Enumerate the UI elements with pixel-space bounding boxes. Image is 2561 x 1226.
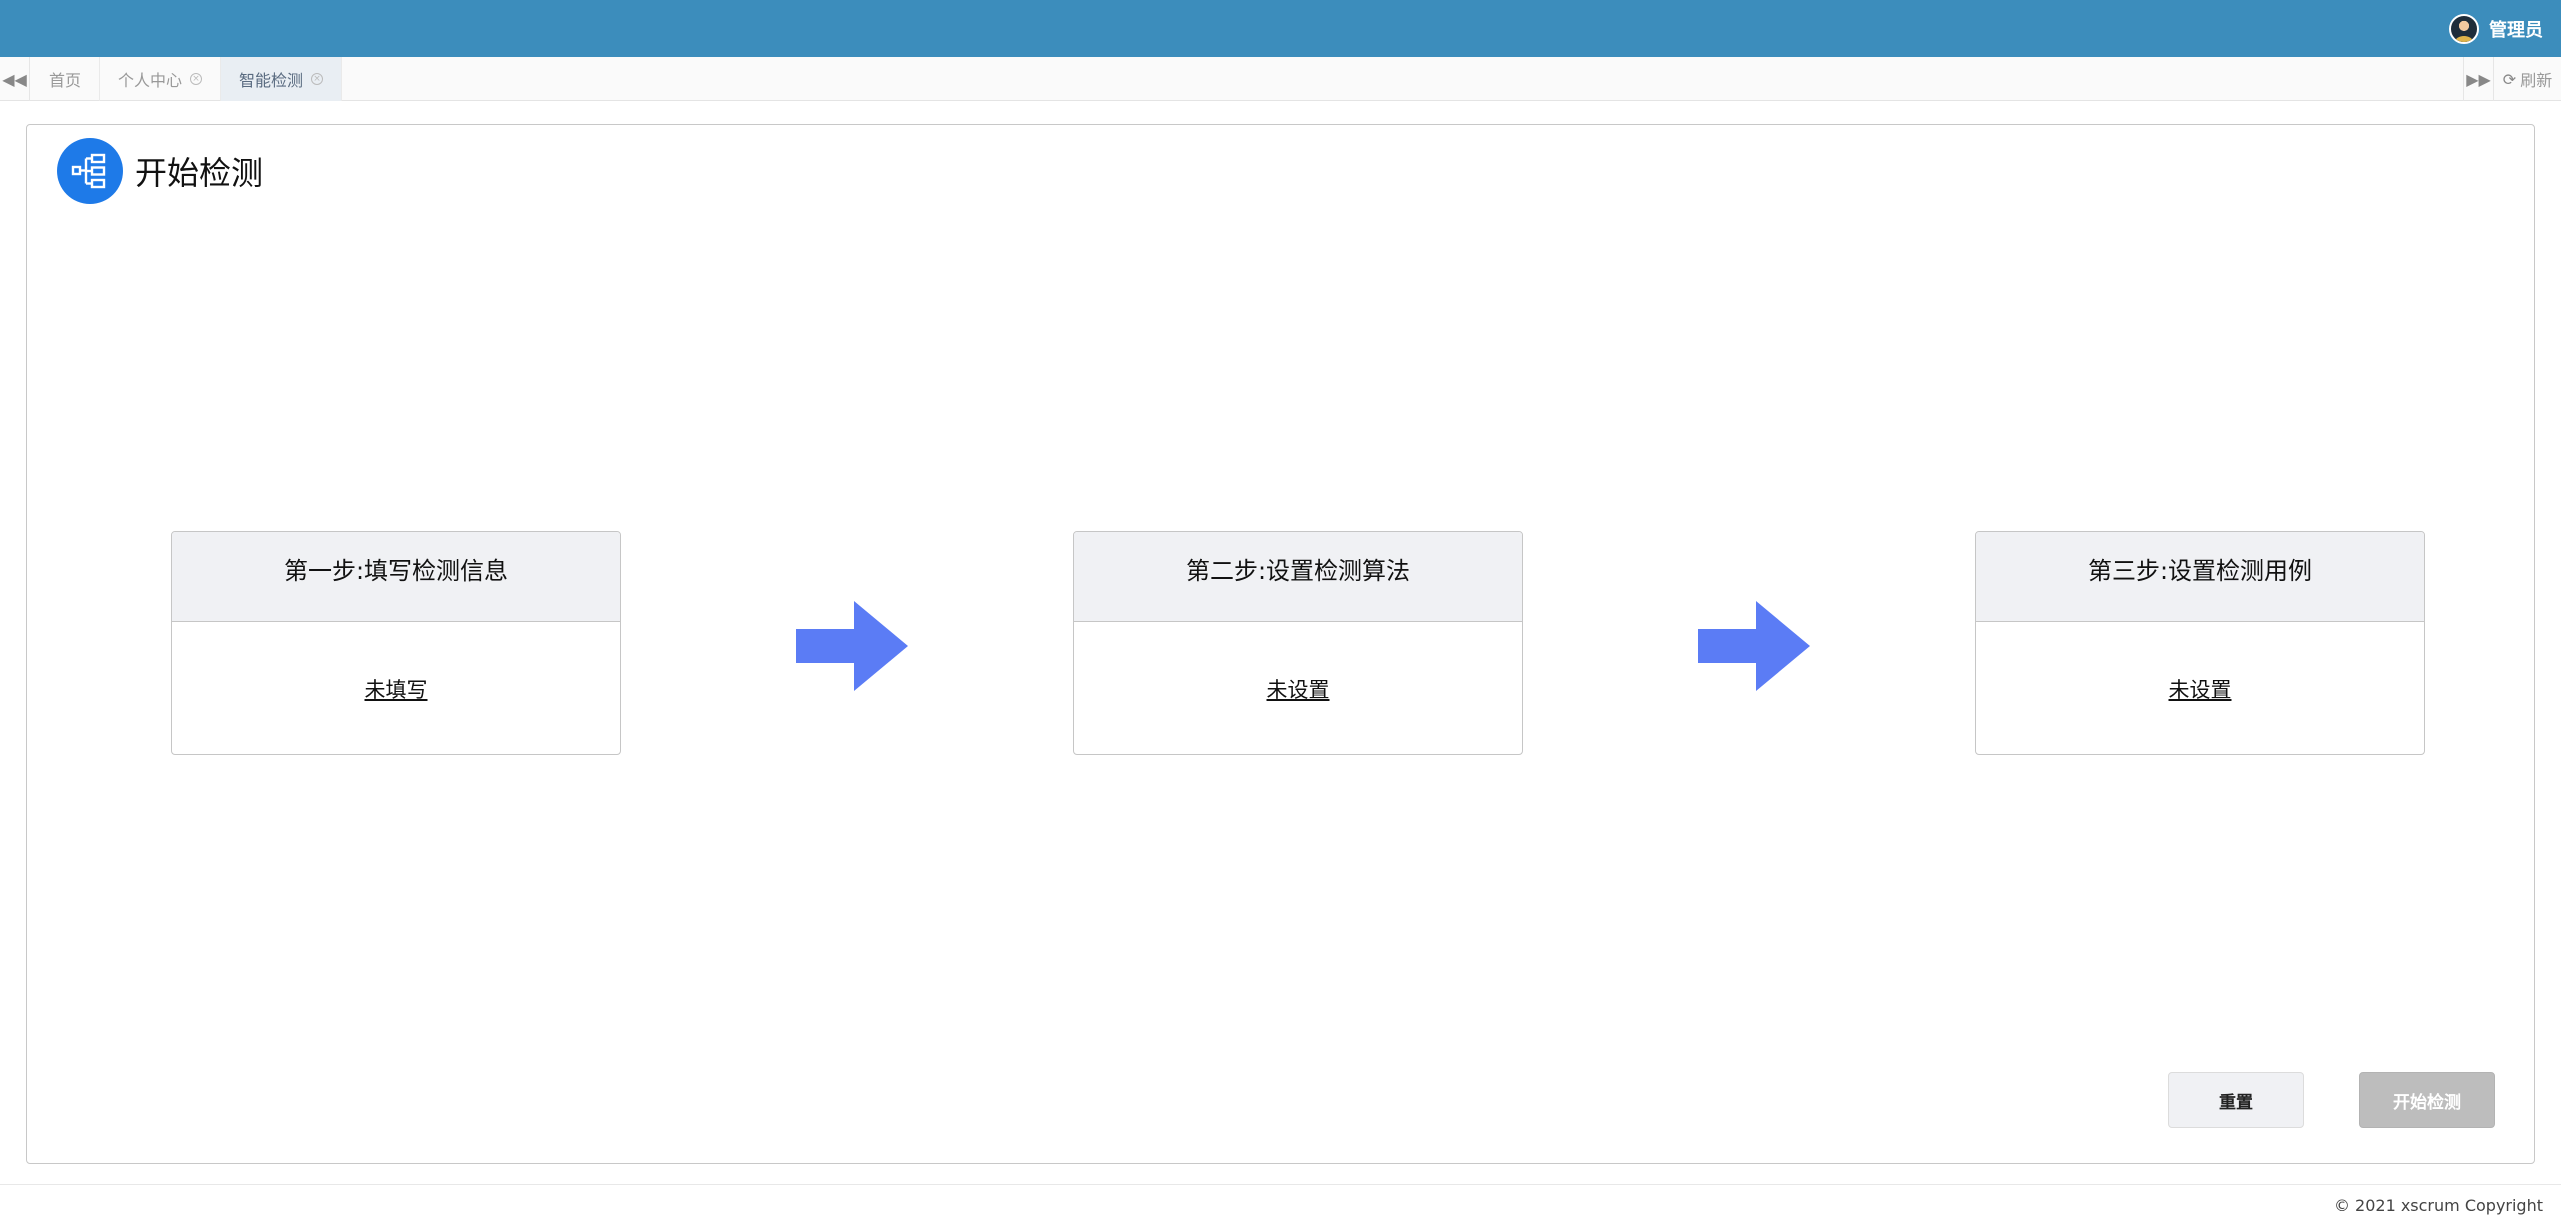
user-menu[interactable]: 管理员 [2449, 14, 2543, 44]
start-detection-button[interactable]: 开始检测 [2359, 1072, 2495, 1128]
refresh-button[interactable]: ⟳ 刷新 [2493, 57, 2561, 101]
footer-divider [0, 1184, 2561, 1185]
sitemap-icon [57, 138, 123, 204]
detection-panel: 开始检测 第一步:填写检测信息 未填写 第二步:设置检测算法 未设置 第三步:设… [26, 124, 2535, 1164]
tab-label: 首页 [49, 71, 82, 90]
double-chevron-right-icon: ▶▶ [2466, 69, 2491, 89]
step-title: 第三步:设置检测用例 [1976, 532, 2424, 622]
tab-label: 个人中心 [118, 71, 183, 90]
page-title: 开始检测 [135, 154, 264, 192]
top-navbar: 管理员 [0, 0, 2561, 57]
refresh-label: 刷新 [2520, 71, 2553, 90]
tab-strip: ◀◀ 首页 个人中心 × 智能检测 × ▶▶ ⟳ 刷新 [0, 57, 2561, 101]
tab-scroll-right-button[interactable]: ▶▶ [2463, 57, 2493, 101]
close-icon[interactable]: × [311, 73, 324, 85]
double-chevron-left-icon: ◀◀ [2, 69, 27, 89]
step-title: 第二步:设置检测算法 [1074, 532, 1522, 622]
step-1-status-link[interactable]: 未填写 [365, 674, 428, 704]
arrow-right-icon [1698, 601, 1810, 691]
user-name[interactable]: 管理员 [2489, 16, 2543, 42]
arrow-right-icon [796, 601, 908, 691]
tab-home[interactable]: 首页 [31, 57, 101, 101]
step-body: 未设置 [1976, 622, 2424, 754]
tab-scroll-left-button[interactable]: ◀◀ [0, 57, 30, 101]
step-body: 未填写 [172, 622, 620, 754]
panel-header: 开始检测 [57, 138, 263, 204]
step-3-status-link[interactable]: 未设置 [2169, 674, 2232, 704]
step-title: 第一步:填写检测信息 [172, 532, 620, 622]
step-card-1: 第一步:填写检测信息 未填写 [171, 531, 621, 755]
tab-smart-detection[interactable]: 智能检测 × [221, 57, 343, 101]
step-card-2: 第二步:设置检测算法 未设置 [1073, 531, 1523, 755]
step-2-status-link[interactable]: 未设置 [1267, 674, 1330, 704]
reset-button[interactable]: 重置 [2168, 1072, 2304, 1128]
footer-copyright: © 2021 xscrum Copyright [2333, 1196, 2543, 1215]
step-card-3: 第三步:设置检测用例 未设置 [1975, 531, 2425, 755]
tabs-container: 首页 个人中心 × 智能检测 × [31, 57, 343, 101]
user-avatar[interactable] [2449, 14, 2479, 44]
tab-label: 智能检测 [239, 71, 304, 90]
refresh-icon: ⟳ [2502, 69, 2517, 89]
close-icon[interactable]: × [190, 73, 203, 85]
tab-personal-center[interactable]: 个人中心 × [100, 57, 222, 101]
step-body: 未设置 [1074, 622, 1522, 754]
